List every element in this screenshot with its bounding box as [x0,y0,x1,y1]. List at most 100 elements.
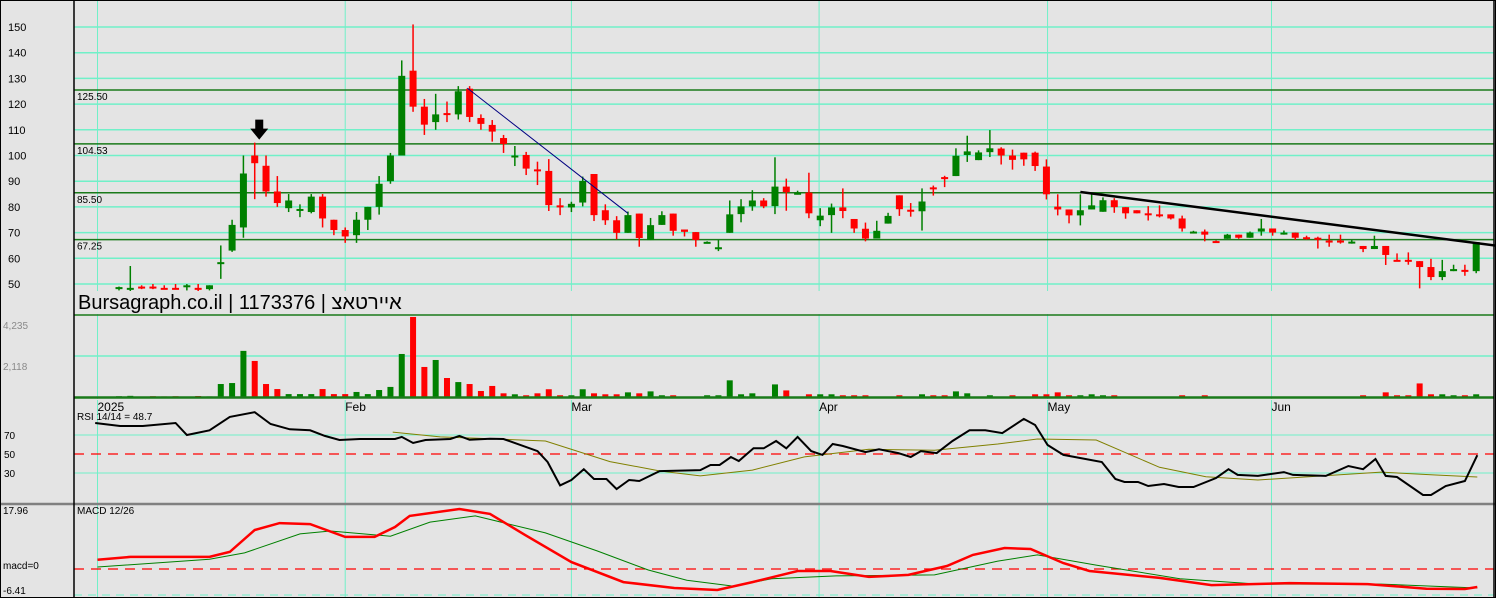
candle-body [319,196,327,219]
month-label: Mar [571,400,592,414]
candle-body [262,165,270,192]
candle-down [1031,151,1039,171]
candle-down [1212,240,1220,244]
volume-bar [387,386,394,397]
candle-body [466,88,474,117]
candle-up [828,203,836,233]
candle-up [726,200,734,233]
candle-up [1099,197,1107,212]
candle-down [1314,236,1322,249]
candle-body [1348,241,1356,244]
rsi-tick-label: 50 [4,450,16,461]
candle-down [500,134,508,153]
candle-down [1303,235,1311,240]
volume-bar [579,389,586,397]
candle-body [1461,269,1469,272]
candle-body [794,192,802,195]
price-tick-label: 110 [8,125,26,137]
candle-body [138,286,146,289]
candle-down [635,213,643,247]
candle-body [828,207,836,216]
rsi-tick-label: 30 [4,469,16,480]
candle-down [1291,232,1299,240]
volume-bar [319,389,326,397]
candle-up [205,285,213,291]
candle-body [839,207,847,212]
candle-body [454,91,462,115]
candle-body [364,206,372,220]
candle-down [929,185,937,196]
candle-body [782,186,790,193]
candle-down [1359,245,1367,253]
candle-up [1280,230,1288,235]
candle-body [1031,152,1039,167]
price-tick-label: 150 [8,22,26,34]
volume-bar [783,390,790,397]
candle-body [1110,200,1118,208]
volume-bar [477,390,484,397]
volume-bar [1416,383,1423,397]
candle-down [149,284,157,290]
candle-body [1257,228,1265,232]
candle-body [952,155,960,177]
candle-down [545,159,553,212]
candle-down [194,284,202,292]
candle-down [251,142,259,200]
candle-body [975,152,983,161]
candle-body [941,177,949,180]
candle-up [771,157,779,215]
candle-up [454,86,462,120]
month-label: Jun [1271,400,1290,414]
candle-body [443,113,451,116]
candle-body [1291,232,1299,238]
macd-zero-label: macd=0 [3,561,39,572]
candle-body [1144,213,1152,216]
candle-body [1382,245,1390,255]
candle-body [149,286,157,289]
candle-body [884,215,892,224]
chart-title: Bursagraph.co.il | 1173376 | איירטאצ [78,292,402,314]
candle-body [929,187,937,190]
candle-up [126,266,134,292]
candle-down [1110,198,1118,213]
candle-up [1076,194,1084,226]
volume-bar [421,366,428,397]
candle-body [1042,166,1050,195]
level-label: 104.53 [77,146,108,157]
macd-min-label: -6.41 [3,586,26,597]
candle-down [1382,245,1390,265]
candle-down [850,218,858,233]
price-tick-label: 90 [8,176,20,188]
candle-body [1280,232,1288,235]
candle-body [160,287,168,290]
candle-up [228,219,236,252]
candle-body [1303,237,1311,240]
candle-body [1370,245,1378,250]
candle-body [1416,261,1424,268]
candle-up [1438,259,1446,281]
volume-bar [432,359,439,397]
candle-body [533,169,541,172]
volume-bar [443,378,450,397]
candle-body [1122,207,1130,214]
candle-body [624,215,632,233]
price-tick-label: 80 [8,202,20,214]
candle-body [1020,152,1028,160]
candle-up [364,206,372,231]
volume-bar [263,384,270,397]
volume-bar [353,391,360,397]
candle-body [760,200,768,207]
candle-body [330,219,338,231]
candle-body [1201,231,1209,235]
stock-chart: 50 60 70 80 90 100 110 120 130 140 150 2025 Feb Mar Ap… [0,0,1496,598]
candle-down [409,24,417,112]
candle-body [1450,269,1458,272]
candle-up [624,211,632,233]
volume-bar [771,384,778,397]
candle-body [1065,209,1073,216]
level-label: 125.50 [77,92,108,103]
candle-down [590,174,598,222]
candle-body [567,203,575,208]
candle-body [895,195,903,210]
month-label: May [1048,400,1071,414]
